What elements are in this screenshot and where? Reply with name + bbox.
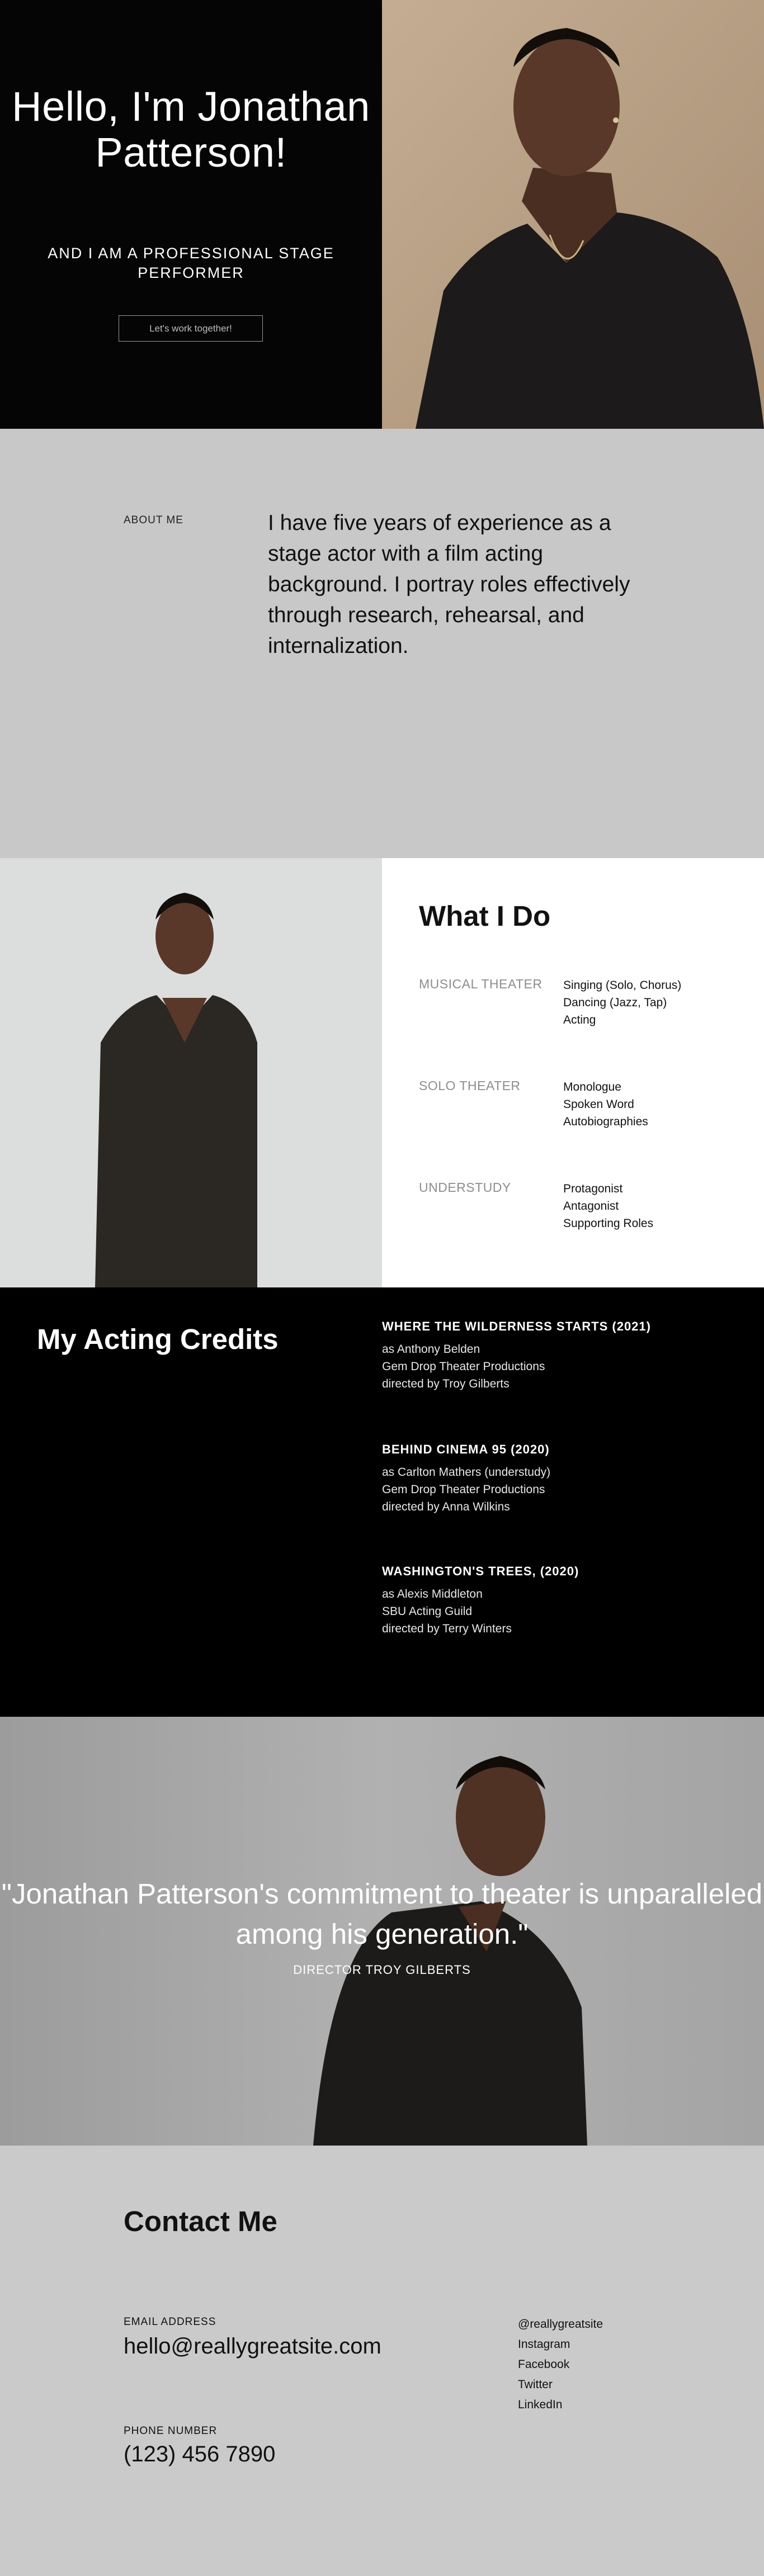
- hero-portrait-photo: [382, 0, 764, 429]
- service-item: Antagonist: [563, 1200, 619, 1213]
- credit-line: as Alexis Middleton: [382, 1588, 483, 1600]
- what-i-do-section: What I Do MUSICAL THEATER Singing (Solo,…: [0, 858, 764, 1287]
- service-category: MUSICAL THEATER: [419, 977, 543, 991]
- phone-link[interactable]: (123) 456 7890: [124, 2442, 275, 2467]
- service-item: Supporting Roles: [563, 1217, 654, 1230]
- services-panel: What I Do MUSICAL THEATER Singing (Solo,…: [382, 858, 764, 1287]
- credit-entry: WHERE THE WILDERNESS STARTS (2021) as An…: [382, 1319, 729, 1393]
- credit-line: directed by Troy Gilberts: [382, 1377, 510, 1390]
- social-handle-link[interactable]: @reallygreatsite: [518, 2314, 603, 2334]
- service-item: Acting: [563, 1014, 596, 1026]
- cta-button[interactable]: Let's work together!: [119, 315, 263, 342]
- service-item: Monologue: [563, 1081, 621, 1093]
- service-item: Singing (Solo, Chorus): [563, 979, 682, 992]
- hero-section: Hello, I'm Jonathan Patterson! AND I AM …: [0, 0, 764, 429]
- service-item: Protagonist: [563, 1182, 623, 1195]
- service-row: MUSICAL THEATER Singing (Solo, Chorus) D…: [419, 977, 732, 1029]
- credit-line: Gem Drop Theater Productions: [382, 1360, 545, 1373]
- credit-entry: WASHINGTON'S TREES, (2020) as Alexis Mid…: [382, 1564, 729, 1637]
- credit-heading: WASHINGTON'S TREES, (2020): [382, 1564, 579, 1578]
- credits-title: My Acting Credits: [37, 1323, 279, 1355]
- twitter-link[interactable]: Twitter: [518, 2375, 603, 2395]
- email-label: EMAIL ADDRESS: [124, 2316, 216, 2328]
- instagram-link[interactable]: Instagram: [518, 2334, 603, 2355]
- credit-line: Gem Drop Theater Productions: [382, 1483, 545, 1496]
- service-items: Protagonist Antagonist Supporting Roles: [563, 1180, 653, 1232]
- service-item: Autobiographies: [563, 1115, 648, 1128]
- linkedin-link[interactable]: LinkedIn: [518, 2395, 603, 2415]
- social-links: @reallygreatsite Instagram Facebook Twit…: [518, 2314, 603, 2415]
- contact-section: [0, 2146, 764, 2576]
- phone-label: PHONE NUMBER: [124, 2425, 218, 2437]
- service-row: SOLO THEATER Monologue Spoken Word Autob…: [419, 1078, 732, 1130]
- about-label: ABOUT ME: [124, 514, 183, 526]
- hero-title: Hello, I'm Jonathan Patterson!: [12, 83, 370, 176]
- hero-subtitle: AND I AM A PROFESSIONAL STAGE PERFORMER: [48, 245, 334, 281]
- credit-entry: BEHIND CINEMA 95 (2020) as Carlton Mathe…: [382, 1442, 729, 1516]
- credit-line: as Anthony Belden: [382, 1343, 480, 1356]
- standing-portrait-photo: [0, 858, 382, 1287]
- service-category: UNDERSTUDY: [419, 1180, 511, 1195]
- service-items: Singing (Solo, Chorus) Dancing (Jazz, Ta…: [563, 977, 681, 1029]
- service-item: Spoken Word: [563, 1098, 634, 1111]
- portrait-illustration: [382, 0, 764, 429]
- contact-title: Contact Me: [124, 2205, 277, 2237]
- facebook-link[interactable]: Facebook: [518, 2355, 603, 2375]
- testimonial-attribution: DIRECTOR TROY GILBERTS: [293, 1963, 471, 1977]
- service-item: Dancing (Jazz, Tap): [563, 996, 667, 1009]
- credit-line: directed by Anna Wilkins: [382, 1500, 510, 1513]
- service-items: Monologue Spoken Word Autobiographies: [563, 1078, 648, 1130]
- credit-line: directed by Terry Winters: [382, 1622, 512, 1635]
- service-category: SOLO THEATER: [419, 1078, 521, 1093]
- testimonial-quote: "Jonathan Patterson's commitment to thea…: [1, 1878, 763, 1950]
- credit-heading: WHERE THE WILDERNESS STARTS (2021): [382, 1319, 651, 1333]
- credit-heading: BEHIND CINEMA 95 (2020): [382, 1442, 550, 1456]
- standing-illustration: [0, 858, 382, 1287]
- credit-line: as Carlton Mathers (understudy): [382, 1466, 551, 1479]
- credit-line: SBU Acting Guild: [382, 1605, 473, 1618]
- service-row: UNDERSTUDY Protagonist Antagonist Suppor…: [419, 1180, 732, 1232]
- about-text: I have five years of experience as a sta…: [268, 511, 630, 658]
- email-link[interactable]: hello@reallygreatsite.com: [124, 2334, 381, 2359]
- hero-text-panel: Hello, I'm Jonathan Patterson! AND I AM …: [0, 0, 382, 429]
- what-i-do-title: What I Do: [419, 900, 551, 932]
